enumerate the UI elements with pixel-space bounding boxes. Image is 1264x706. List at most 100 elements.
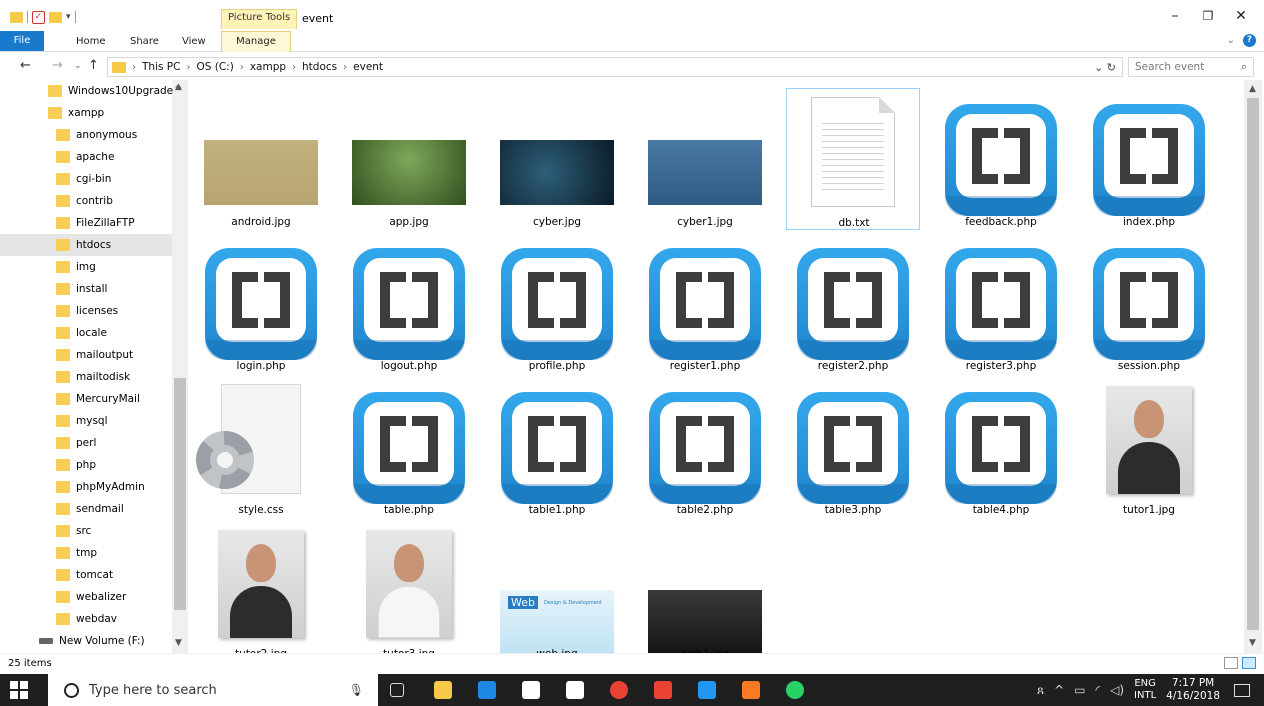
sidebar-item-webalizer[interactable]: webalizer xyxy=(56,586,126,608)
breadcrumb-os-c[interactable]: OS (C:) xyxy=(196,61,233,73)
file-item[interactable]: table2.php xyxy=(638,376,772,518)
breadcrumb-event[interactable]: event xyxy=(353,61,383,73)
sidebar-item-contrib[interactable]: contrib xyxy=(56,190,113,212)
file-item[interactable]: table.php xyxy=(342,376,476,518)
file-item[interactable]: table3.php xyxy=(786,376,920,518)
volume-icon[interactable]: ◁) xyxy=(1110,683,1124,697)
breadcrumb-this-pc[interactable]: This PC xyxy=(142,61,180,73)
chevron-right-icon[interactable]: › xyxy=(240,62,244,73)
show-hidden-icons-icon[interactable]: ^ xyxy=(1054,683,1064,697)
chevron-right-icon[interactable]: › xyxy=(186,62,190,73)
content-scroll-thumb[interactable] xyxy=(1247,98,1259,630)
chevron-right-icon[interactable]: › xyxy=(132,62,136,73)
sidebar-item-mailtodisk[interactable]: mailtodisk xyxy=(56,366,130,388)
notifications-icon[interactable] xyxy=(1234,683,1250,697)
windows-start-icon[interactable] xyxy=(10,681,28,699)
close-button[interactable]: ✕ xyxy=(1226,6,1256,26)
chevron-right-icon[interactable]: › xyxy=(292,62,296,73)
new-folder-icon[interactable] xyxy=(49,11,62,23)
file-item[interactable]: app.jpg xyxy=(342,88,476,230)
sidebar-item-mailoutput[interactable]: mailoutput xyxy=(56,344,133,366)
wifi-icon[interactable]: ◜ xyxy=(1095,683,1100,697)
clock[interactable]: 7:17 PM 4/16/2018 xyxy=(1166,677,1220,703)
sidebar-item-mysql[interactable]: mysql xyxy=(56,410,108,432)
breadcrumb-xampp[interactable]: xampp xyxy=(250,61,286,73)
file-item[interactable]: register3.php xyxy=(934,232,1068,374)
scroll-down-icon[interactable]: ▼ xyxy=(175,638,182,648)
tab-manage[interactable]: Manage xyxy=(221,31,291,52)
help-icon[interactable]: ? xyxy=(1243,34,1256,47)
sidebar-item-cgi-bin[interactable]: cgi-bin xyxy=(56,168,111,190)
sidebar-item-img[interactable]: img xyxy=(56,256,96,278)
file-item[interactable]: tutor3.jpg xyxy=(342,520,476,653)
sidebar-item-licenses[interactable]: licenses xyxy=(56,300,118,322)
content-scrollbar[interactable]: ▲ ▼ xyxy=(1244,80,1262,653)
back-arrow-icon[interactable]: ← xyxy=(20,58,31,73)
file-item[interactable]: style.css xyxy=(194,376,328,518)
sidebar-item-phpmyadmin[interactable]: phpMyAdmin xyxy=(56,476,145,498)
file-item[interactable]: android.jpg xyxy=(194,88,328,230)
sidebar-item-windows10upgrade[interactable]: Windows10Upgrade xyxy=(48,80,173,102)
sidebar-item-install[interactable]: install xyxy=(56,278,107,300)
sidebar-item-tomcat[interactable]: tomcat xyxy=(56,564,113,586)
search-input[interactable]: Search event ⌕ xyxy=(1128,57,1254,77)
gmail-icon[interactable] xyxy=(654,681,672,699)
file-item[interactable]: session.php xyxy=(1082,232,1216,374)
file-item[interactable]: table1.php xyxy=(490,376,624,518)
customize-toolbar-icon[interactable]: ▾ xyxy=(66,12,71,22)
refresh-icon[interactable]: ⌄ ↻ xyxy=(1094,61,1116,74)
taskbar-search-input[interactable]: Type here to search 🎙 xyxy=(48,674,378,706)
sidebar-item-webdav[interactable]: webdav xyxy=(56,608,117,630)
file-item[interactable]: cyber.jpg xyxy=(490,88,624,230)
file-item[interactable]: db.txt xyxy=(786,88,920,230)
sidebar-item-locale[interactable]: locale xyxy=(56,322,107,344)
file-item[interactable]: web1.jpg xyxy=(638,520,772,653)
file-item[interactable]: profile.php xyxy=(490,232,624,374)
store-icon[interactable] xyxy=(522,681,540,699)
file-item[interactable]: cyber1.jpg xyxy=(638,88,772,230)
file-explorer-icon[interactable] xyxy=(434,681,452,699)
folder-icon[interactable] xyxy=(10,11,23,23)
sidebar-item-apache[interactable]: apache xyxy=(56,146,114,168)
whatsapp-icon[interactable] xyxy=(786,681,804,699)
file-item[interactable]: logout.php xyxy=(342,232,476,374)
sidebar-item-src[interactable]: src xyxy=(56,520,91,542)
tab-home[interactable]: Home xyxy=(68,33,114,52)
tab-view[interactable]: View xyxy=(174,33,214,52)
up-arrow-icon[interactable]: ↑ xyxy=(88,58,99,73)
recent-locations-icon[interactable]: ⌄ xyxy=(74,61,82,71)
sidebar-item-anonymous[interactable]: anonymous xyxy=(56,124,137,146)
brackets-taskbar-icon[interactable] xyxy=(698,681,716,699)
scroll-down-icon[interactable]: ▼ xyxy=(1249,638,1256,648)
sidebar-item-sendmail[interactable]: sendmail xyxy=(56,498,124,520)
collapse-chevron-icon[interactable]: ^ xyxy=(174,84,182,95)
restore-button[interactable]: ❐ xyxy=(1193,6,1223,26)
properties-icon[interactable]: ✓ xyxy=(32,10,45,24)
file-item[interactable]: register2.php xyxy=(786,232,920,374)
file-item[interactable]: WebDesign & Developmentweb.jpg xyxy=(490,520,624,653)
language-indicator[interactable]: ENG INTL xyxy=(1134,678,1156,702)
forward-arrow-icon[interactable]: → xyxy=(52,58,63,73)
sidebar-scroll-thumb[interactable] xyxy=(174,378,186,610)
sidebar-item-mercurymail[interactable]: MercuryMail xyxy=(56,388,140,410)
scroll-up-icon[interactable]: ▲ xyxy=(1249,84,1256,94)
sidebar-item-new-volume-f[interactable]: New Volume (F:) xyxy=(39,630,145,652)
address-bar[interactable]: › This PC › OS (C:) › xampp › htdocs › e… xyxy=(107,57,1123,77)
details-view-icon[interactable] xyxy=(1224,657,1238,669)
file-item[interactable]: register1.php xyxy=(638,232,772,374)
xampp-icon[interactable] xyxy=(742,681,760,699)
task-view-icon[interactable] xyxy=(390,683,404,697)
tab-file[interactable]: File xyxy=(0,31,44,51)
sidebar-item-htdocs[interactable]: htdocs xyxy=(0,234,172,256)
sidebar-item-filezillaftp[interactable]: FileZillaFTP xyxy=(56,212,135,234)
file-item[interactable]: tutor1.jpg xyxy=(1082,376,1216,518)
file-item[interactable]: table4.php xyxy=(934,376,1068,518)
edge-icon[interactable] xyxy=(478,681,496,699)
file-item[interactable]: feedback.php xyxy=(934,88,1068,230)
tab-share[interactable]: Share xyxy=(122,33,167,52)
file-item[interactable]: index.php xyxy=(1082,88,1216,230)
sidebar-item-xampp[interactable]: xampp xyxy=(48,102,104,124)
sidebar-item-tmp[interactable]: tmp xyxy=(56,542,97,564)
expand-ribbon-icon[interactable]: ⌄ xyxy=(1227,35,1235,46)
people-icon[interactable]: ጸ xyxy=(1037,683,1044,698)
